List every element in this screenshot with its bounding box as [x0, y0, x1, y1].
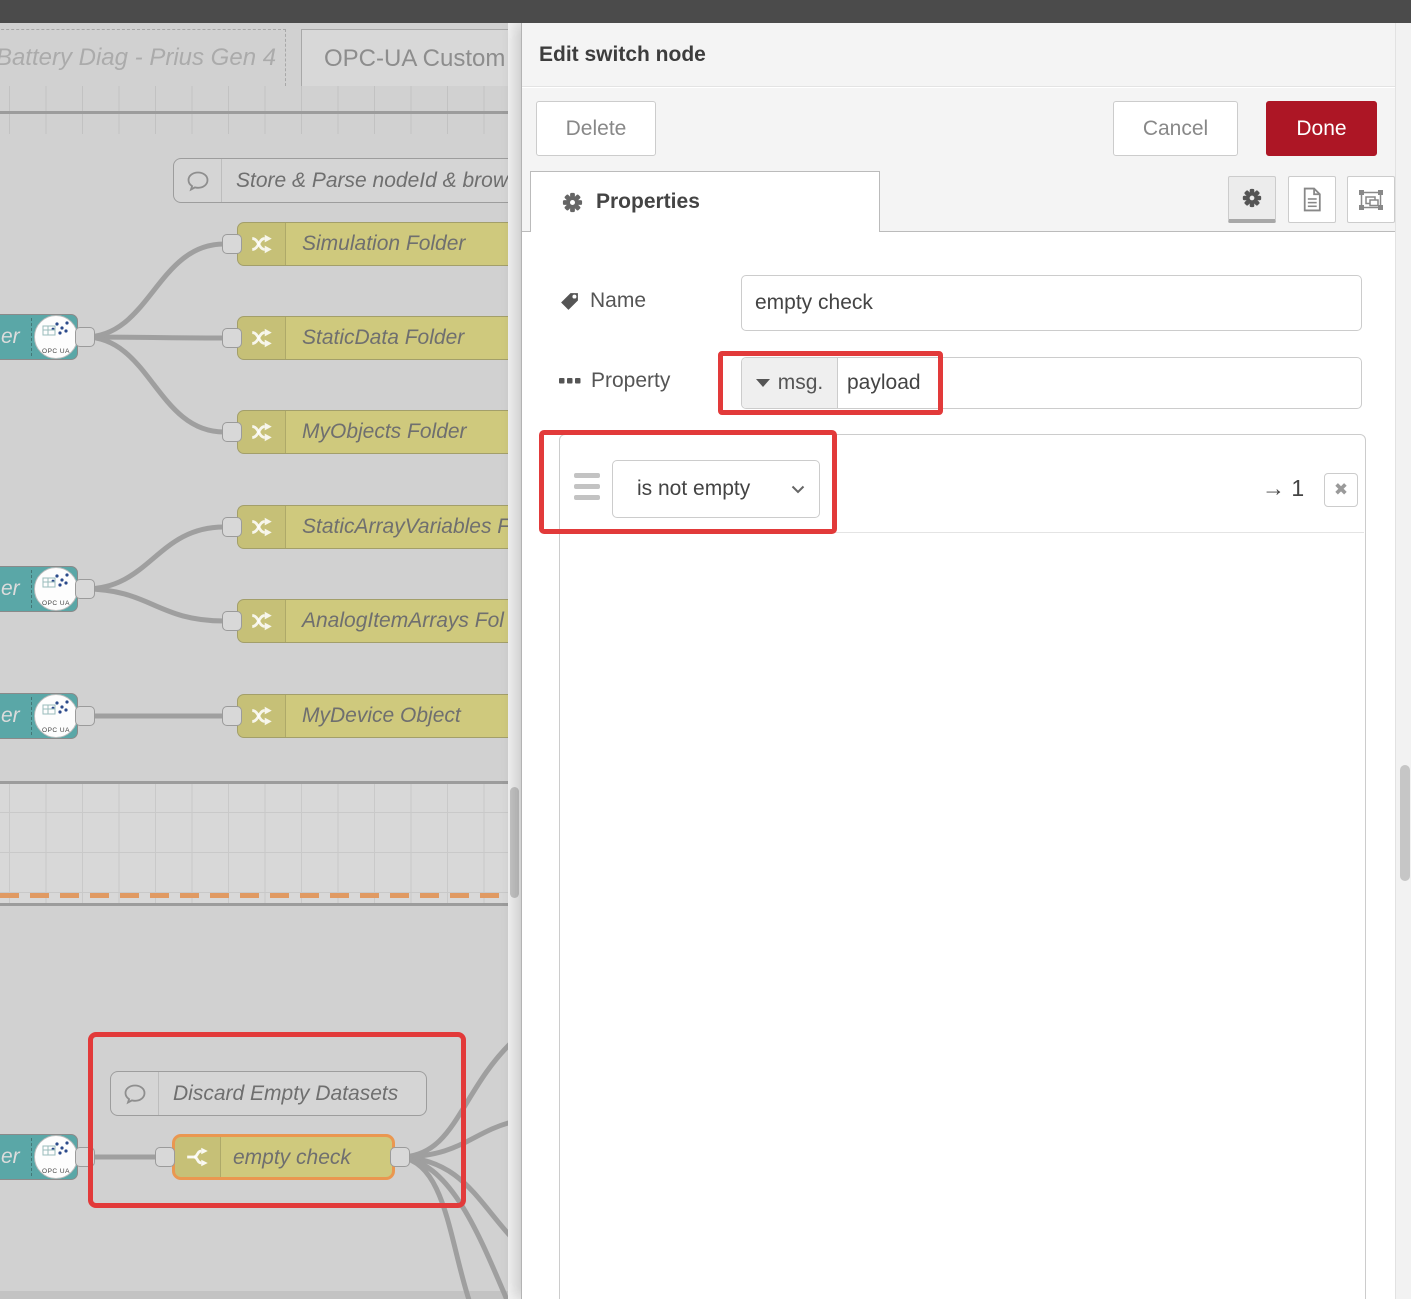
canvas-bottom-scroll-strip — [0, 1291, 508, 1299]
canvas-grid-ticks — [0, 86, 508, 134]
dialog-header: Edit switch node — [522, 23, 1411, 87]
node-label: er — [1, 694, 20, 738]
input-port[interactable] — [222, 234, 242, 254]
tab-properties-label: Properties — [596, 190, 700, 214]
switch-node-mydevice-object[interactable]: MyDevice Object — [237, 694, 508, 738]
node-separator — [31, 570, 32, 608]
rule-output-indicator: → 1 — [1262, 475, 1304, 502]
opcua-badge-icon: OPC UA — [34, 567, 78, 611]
opcua-browser-node[interactable]: er OPC UA — [0, 1134, 78, 1180]
switch-shuffle-icon — [238, 506, 286, 548]
input-port[interactable] — [222, 422, 242, 442]
canvas-scrollbar[interactable] — [508, 23, 521, 1299]
dialog-tab-bar: Properties — [522, 168, 1411, 232]
opcua-browser-node[interactable]: er OPC UA — [0, 566, 78, 612]
input-port[interactable] — [222, 611, 242, 631]
output-port[interactable] — [75, 327, 95, 347]
switch-node-staticarrayvariables[interactable]: StaticArrayVariables F — [237, 505, 508, 549]
switch-shuffle-icon — [238, 411, 286, 453]
dialog-button-row: Delete Cancel Done — [522, 88, 1411, 168]
edit-switch-node-dialog: Edit switch node Delete Cancel Done Prop… — [521, 23, 1411, 1299]
opcua-browser-node[interactable]: er OPC UA — [0, 314, 78, 360]
appearance-view-button[interactable] — [1347, 176, 1395, 223]
node-label: er — [1, 315, 20, 359]
gear-icon — [561, 191, 584, 214]
wire — [85, 337, 224, 432]
rules-list: is not empty → 1 ✖ — [559, 434, 1366, 1299]
node-label: Simulation Folder — [286, 223, 465, 265]
tag-icon — [559, 291, 580, 312]
flow-tab-opcua-custom[interactable]: OPC-UA Custom — [301, 29, 508, 86]
node-separator — [31, 318, 32, 356]
switch-node-staticdata-folder[interactable]: StaticData Folder — [237, 316, 508, 360]
node-separator — [31, 697, 32, 735]
name-field-label: Name — [559, 289, 646, 313]
node-label: er — [1, 567, 20, 611]
remove-rule-button[interactable]: ✖ — [1324, 473, 1358, 507]
opcua-badge-icon: OPC UA — [34, 694, 78, 738]
switch-shuffle-icon — [238, 317, 286, 359]
dialog-scrollbar[interactable] — [1395, 23, 1411, 1299]
input-port[interactable] — [222, 328, 242, 348]
node-red-editor: Battery Diag - Prius Gen 4 OPC-UA Custom — [0, 0, 1411, 1299]
output-port[interactable] — [75, 706, 95, 726]
switch-shuffle-icon — [238, 695, 286, 737]
flow-tab-bar: Battery Diag - Prius Gen 4 OPC-UA Custom — [0, 23, 508, 86]
tab-properties[interactable]: Properties — [530, 171, 880, 232]
dialog-title: Edit switch node — [522, 23, 1411, 87]
cancel-button[interactable]: Cancel — [1113, 101, 1238, 156]
wire — [85, 337, 224, 338]
comment-label: Store & Parse nodeId & brow — [222, 159, 508, 202]
opcua-browser-node[interactable]: er OPC UA — [0, 693, 78, 739]
node-label: StaticArrayVariables F — [286, 506, 508, 548]
wire — [85, 244, 224, 337]
group-edge-bottom — [0, 903, 508, 906]
node-label: MyObjects Folder — [286, 411, 467, 453]
output-port[interactable] — [75, 579, 95, 599]
input-port[interactable] — [222, 706, 242, 726]
canvas-grid-region — [0, 783, 508, 903]
group-edge-top — [0, 781, 508, 784]
comment-node-store-parse[interactable]: Store & Parse nodeId & brow — [173, 158, 508, 203]
highlight-rectangle-rule — [539, 430, 837, 534]
switch-node-simulation-folder[interactable]: Simulation Folder — [237, 222, 508, 266]
switch-node-myobjects-folder[interactable]: MyObjects Folder — [237, 410, 508, 454]
description-view-button[interactable] — [1288, 176, 1336, 223]
canvas-top-edge — [0, 111, 508, 114]
name-input[interactable]: empty check — [741, 275, 1362, 331]
opcua-badge-icon: OPC UA — [34, 1135, 78, 1179]
group-appearance-icon — [1358, 188, 1384, 212]
speech-bubble-icon — [174, 159, 222, 202]
opcua-badge-icon: OPC UA — [34, 315, 78, 359]
flow-tab-label: OPC-UA Custom — [324, 45, 505, 72]
group-dashed-border — [0, 893, 508, 898]
highlight-rectangle-property — [718, 351, 943, 415]
canvas-scrollbar-thumb[interactable] — [510, 787, 519, 898]
done-button[interactable]: Done — [1266, 101, 1377, 156]
switch-shuffle-icon — [238, 600, 286, 642]
gear-icon — [1241, 187, 1263, 209]
delete-button[interactable]: Delete — [536, 101, 656, 156]
document-icon — [1301, 187, 1323, 212]
flow-canvas[interactable]: Battery Diag - Prius Gen 4 OPC-UA Custom — [0, 23, 508, 1299]
switch-node-analogitemarrays[interactable]: AnalogItemArrays Fol — [237, 599, 508, 643]
flow-tab-label: Battery Diag - Prius Gen 4 — [0, 44, 276, 72]
flow-tab-battery-diag[interactable]: Battery Diag - Prius Gen 4 — [0, 29, 286, 86]
input-port[interactable] — [222, 517, 242, 537]
wire — [85, 527, 224, 589]
wire — [85, 589, 224, 621]
editor-header-bar — [0, 0, 1411, 23]
dialog-scrollbar-thumb[interactable] — [1400, 765, 1410, 881]
property-field-label: Property — [559, 369, 670, 393]
node-label: MyDevice Object — [286, 695, 461, 737]
node-label: er — [1, 1135, 20, 1179]
highlight-rectangle-canvas — [88, 1032, 466, 1208]
node-label: AnalogItemArrays Fol — [286, 600, 504, 642]
node-separator — [31, 1138, 32, 1176]
ellipsis-icon — [559, 377, 581, 385]
node-label: StaticData Folder — [286, 317, 464, 359]
switch-shuffle-icon — [238, 223, 286, 265]
properties-view-button[interactable] — [1228, 176, 1276, 223]
